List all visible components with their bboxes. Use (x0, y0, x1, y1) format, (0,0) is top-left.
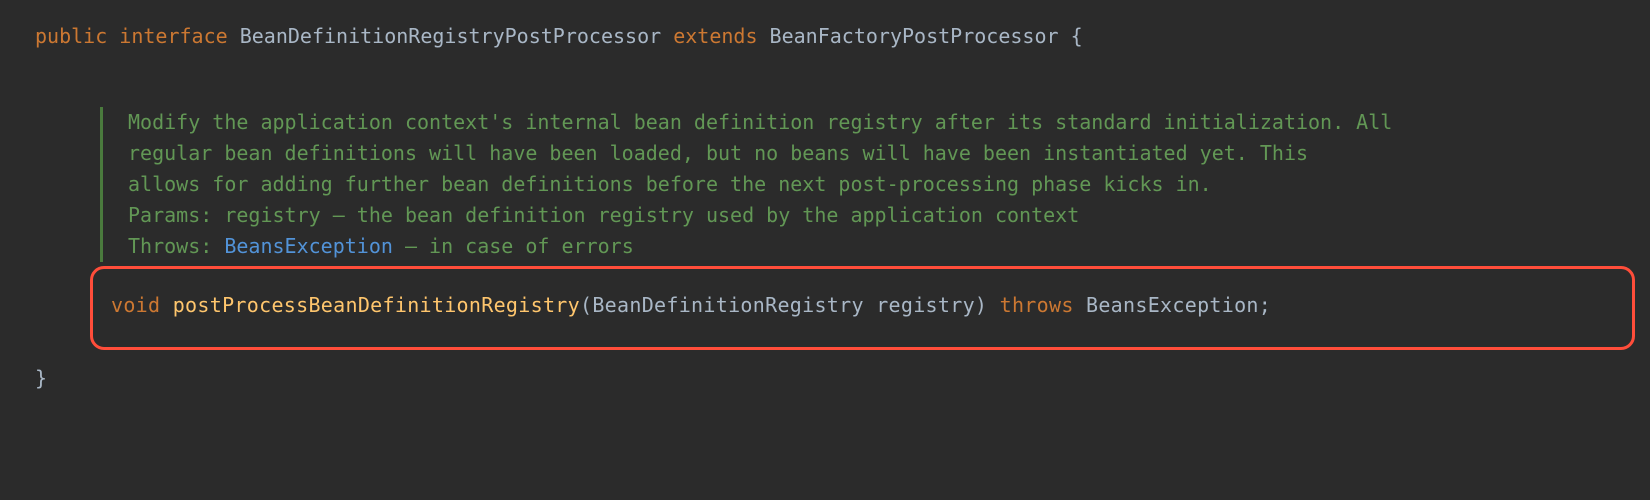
throws-exception-link[interactable]: BeansException (224, 234, 393, 258)
interface-declaration[interactable]: public interface BeanDefinitionRegistryP… (35, 20, 1650, 52)
close-paren: ) (975, 293, 987, 317)
keyword-public: public (35, 24, 107, 48)
javadoc-description-line1: Modify the application context's interna… (128, 107, 1635, 138)
method-name: postProcessBeanDefinitionRegistry (173, 293, 580, 317)
close-brace-line[interactable]: } (35, 362, 1650, 394)
open-brace: { (1071, 24, 1083, 48)
javadoc-description-line3: allows for adding further bean definitio… (128, 169, 1635, 200)
params-text: registry – the bean definition registry … (212, 203, 1079, 227)
javadoc-params: Params: registry – the bean definition r… (128, 200, 1635, 231)
open-paren: ( (580, 293, 592, 317)
javadoc-description-line2: regular bean definitions will have been … (128, 138, 1635, 169)
keyword-interface: interface (119, 24, 227, 48)
throws-label: Throws: (128, 234, 212, 258)
param-type: BeanDefinitionRegistry (592, 293, 864, 317)
param-name: registry (876, 293, 975, 317)
return-type: void (111, 293, 160, 317)
throws-keyword: throws (1000, 293, 1074, 317)
method-signature[interactable]: void postProcessBeanDefinitionRegistry(B… (111, 289, 1614, 321)
params-label: Params: (128, 203, 212, 227)
exception-type: BeansException (1086, 293, 1259, 317)
semicolon: ; (1259, 293, 1271, 317)
javadoc-block: Modify the application context's interna… (100, 107, 1650, 262)
close-brace: } (35, 366, 47, 390)
interface-name: BeanDefinitionRegistryPostProcessor (240, 24, 661, 48)
parent-interface: BeanFactoryPostProcessor (770, 24, 1059, 48)
method-highlight-box: void postProcessBeanDefinitionRegistry(B… (90, 266, 1635, 350)
throws-text: – in case of errors (393, 234, 634, 258)
javadoc-throws: Throws: BeansException – in case of erro… (128, 231, 1635, 262)
keyword-extends: extends (673, 24, 757, 48)
